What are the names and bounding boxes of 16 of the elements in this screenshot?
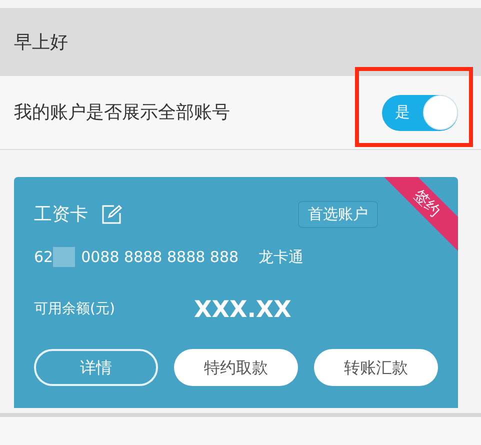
greeting-text: 早上好 — [14, 30, 68, 54]
action-button[interactable]: 转账汇款 — [314, 349, 438, 386]
edit-icon — [102, 204, 123, 224]
preferred-account-tag[interactable]: 首选账户 — [298, 200, 378, 228]
toggle-knob — [423, 95, 458, 130]
balance-amount: XXX.XX — [194, 296, 292, 324]
card-number-prefix: 62 — [34, 247, 54, 268]
balance-label: 可用余额(元) — [34, 300, 116, 320]
toggle-switch[interactable]: 是 — [382, 94, 458, 130]
blurred-digits — [53, 247, 76, 268]
card-name: 工资卡 — [34, 202, 88, 226]
card-type: 龙卡通 — [258, 247, 304, 268]
setting-label: 我的账户是否展示全部账号 — [14, 101, 230, 125]
card-number: 0088 8888 8888 888 — [81, 247, 239, 268]
action-button[interactable]: 详情 — [34, 349, 158, 386]
action-button[interactable]: 特约取款 — [174, 349, 298, 386]
